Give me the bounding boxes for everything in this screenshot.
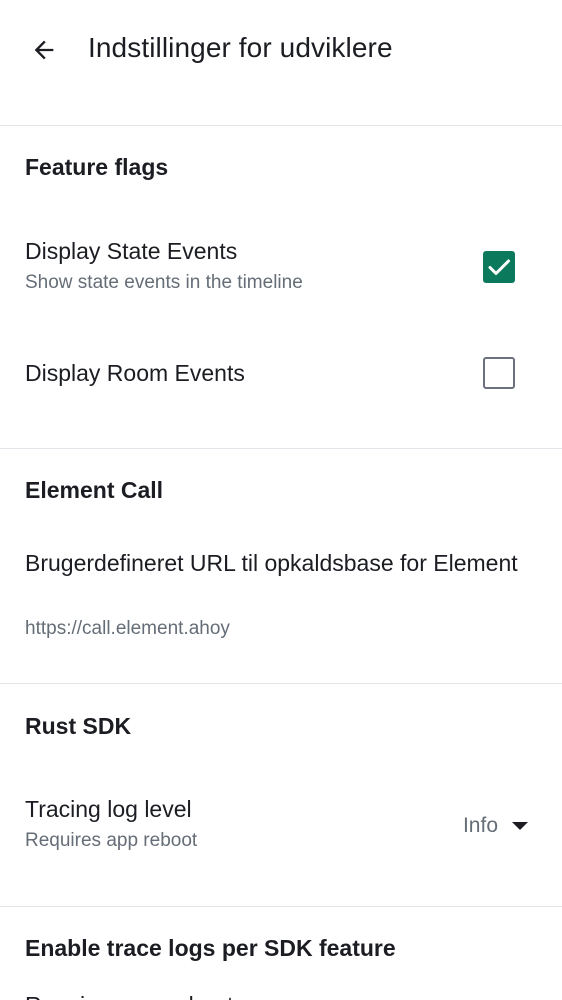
dropdown-arrow-icon: [512, 822, 528, 830]
section-title-feature-flags: Feature flags: [25, 154, 169, 180]
setting-value: https://call.element.ahoy: [25, 618, 230, 639]
setting-subtitle: Show state events in the timeline: [25, 272, 303, 293]
back-button[interactable]: [22, 28, 66, 72]
display-state-events-checkbox[interactable]: [483, 251, 515, 283]
developer-settings-screen: Indstillinger for udviklere Feature flag…: [0, 0, 562, 1000]
setting-title-partial[interactable]: Requires app reboot: [25, 988, 233, 1000]
section-title-rust-sdk: Rust SDK: [25, 713, 132, 739]
setting-title: Tracing log level: [25, 796, 192, 822]
setting-title: Display State Events: [25, 238, 238, 264]
section-title-element-call: Element Call: [25, 477, 164, 503]
top-app-bar: Indstillinger for udviklere: [0, 0, 562, 100]
divider: [0, 125, 562, 126]
check-icon: [488, 259, 510, 275]
setting-title: Display Room Events: [25, 360, 245, 386]
display-room-events-checkbox[interactable]: [483, 357, 515, 389]
setting-title: Brugerdefineret URL til opkaldsbase for …: [25, 550, 518, 576]
log-level-value: Info: [462, 814, 498, 837]
divider: [0, 448, 562, 449]
divider: [0, 906, 562, 907]
setting-subtitle: Requires app reboot: [25, 830, 198, 851]
log-level-dropdown[interactable]: Info: [463, 810, 528, 842]
page-title: Indstillinger for udviklere: [88, 32, 393, 63]
section-title-trace-logs: Enable trace logs per SDK feature: [25, 935, 396, 961]
divider: [0, 683, 562, 684]
arrow-left-icon: [34, 40, 54, 60]
